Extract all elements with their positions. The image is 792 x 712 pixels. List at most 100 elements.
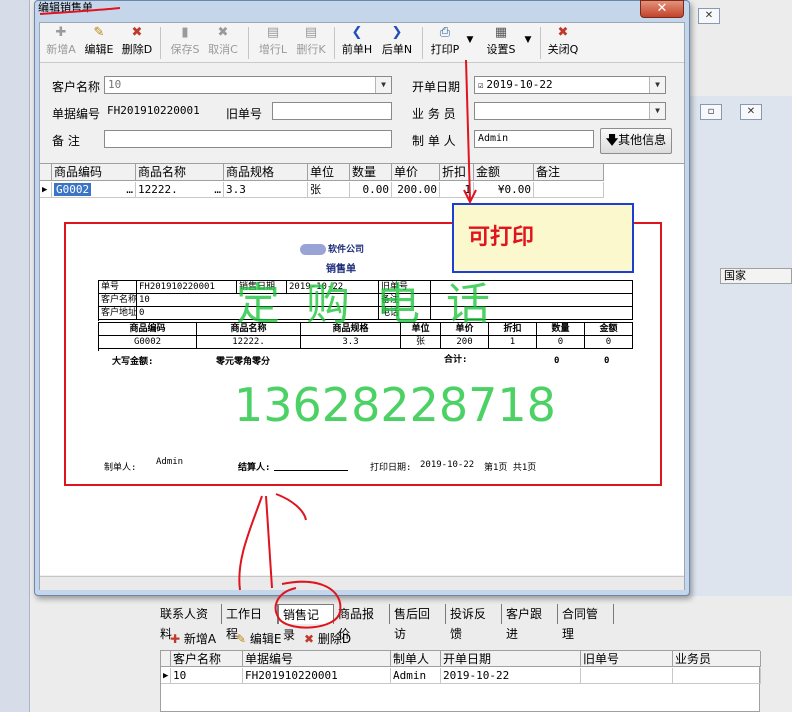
col-header[interactable]: 金额 — [474, 164, 534, 181]
records-delete-button[interactable]: ✖ 删除D — [304, 628, 351, 650]
bg-restore-icon[interactable]: ▫ — [700, 104, 722, 120]
records-new-button[interactable]: ✚ 新增A — [170, 628, 216, 650]
date-picker[interactable]: ☑ 2019-10-22 ▼ — [474, 76, 666, 94]
col-header[interactable]: 数量 — [350, 164, 392, 181]
table-cell[interactable]: 10 — [171, 668, 243, 684]
col-header[interactable]: 商品编码 — [52, 164, 136, 181]
other-info-button[interactable]: 🡇其他信息 — [600, 128, 672, 154]
horizontal-scrollbar[interactable] — [40, 576, 684, 590]
col-header[interactable]: 商品名称 — [136, 164, 224, 181]
col-header[interactable]: 备注 — [534, 164, 604, 181]
tab-contracts[interactable]: 合同管理 — [558, 604, 614, 641]
report-cell: 客户名称 — [99, 294, 137, 307]
save-button[interactable]: ▮ 保存S — [168, 25, 202, 61]
settings-button[interactable]: ▦ 设置S — [484, 25, 518, 61]
maker-input[interactable]: Admin — [474, 130, 594, 148]
records-edit-button[interactable]: ✎ 编辑E — [236, 628, 281, 650]
delete-row-button[interactable]: ▤ 删行K — [294, 25, 328, 61]
table-cell[interactable] — [673, 668, 761, 684]
edit-icon: ✎ — [93, 25, 105, 40]
tab-complaints[interactable]: 投诉反馈 — [446, 604, 502, 641]
table-cell[interactable] — [581, 668, 673, 684]
table-cell[interactable]: 12222.… — [136, 182, 224, 198]
table-cell[interactable]: 0.00 — [350, 182, 392, 198]
ellipsis-button[interactable]: … — [214, 182, 221, 197]
report-col-header: 折扣 — [489, 323, 537, 336]
prev-button[interactable]: ❮ 前单H — [340, 25, 374, 61]
col-header[interactable]: 单位 — [308, 164, 350, 181]
report-maker-value: Admin — [156, 457, 184, 467]
close-button[interactable]: ✖ 关闭Q — [546, 25, 580, 61]
col-header[interactable]: 单据编号 — [243, 651, 391, 667]
sales-records-table: 客户名称 单据编号 制单人 开单日期 旧单号 业务员 ▶ 10 FH201910… — [160, 650, 761, 712]
add-row-button[interactable]: ▤ 增行L — [256, 25, 290, 61]
report-print-date-label: 打印日期: — [370, 463, 412, 473]
arrow-down-icon: 🡇 — [605, 133, 619, 147]
next-button[interactable]: ❯ 后单N — [380, 25, 414, 61]
tab-followup[interactable]: 客户跟进 — [502, 604, 558, 641]
tab-after-sales[interactable]: 售后回访 — [390, 604, 446, 641]
blurred-logo — [300, 244, 326, 255]
new-button[interactable]: ✚ 新增A — [44, 25, 78, 61]
tab-schedule[interactable]: 工作日程 — [222, 604, 278, 641]
print-icon: ⎙ — [439, 25, 451, 40]
settler-underline — [274, 470, 348, 471]
tab-sales-records[interactable]: 销售记录 — [278, 604, 334, 642]
bg-close-icon[interactable]: ✕ — [698, 8, 720, 24]
print-button[interactable]: ⎙ 打印P — [428, 25, 462, 61]
current-row-icon: ▶ — [40, 182, 52, 198]
table-cell[interactable]: 2019-10-22 — [441, 668, 581, 684]
table-cell[interactable]: Admin — [391, 668, 441, 684]
col-header[interactable]: 旧单号 — [581, 651, 673, 667]
col-header[interactable]: 制单人 — [391, 651, 441, 667]
tab-contacts[interactable]: 联系人资料 — [156, 604, 222, 641]
table-cell[interactable]: FH201910220001 — [243, 668, 391, 684]
table-cell[interactable]: 3.3 — [224, 182, 308, 198]
date-label: 开单日期 — [412, 80, 461, 94]
table-cell[interactable]: 张 — [308, 182, 350, 198]
col-header[interactable]: 客户名称 — [171, 651, 243, 667]
note-input[interactable] — [104, 130, 392, 148]
delete-icon: ✖ — [304, 632, 315, 646]
report-cell: 200 — [441, 336, 489, 349]
col-header[interactable]: 开单日期 — [441, 651, 581, 667]
salesman-select[interactable]: ▼ — [474, 102, 666, 120]
col-header[interactable]: 折扣 — [440, 164, 474, 181]
col-header[interactable]: 单价 — [392, 164, 440, 181]
ellipsis-button[interactable]: … — [126, 182, 133, 197]
col-header[interactable]: 业务员 — [673, 651, 761, 667]
tab-quotes[interactable]: 商品报价 — [334, 604, 390, 641]
toolbar-separator — [248, 27, 249, 59]
table-cell[interactable]: 200.00 — [392, 182, 440, 198]
bg-close-icon-2[interactable]: ✕ — [740, 104, 762, 120]
table-cell[interactable]: 1 — [440, 182, 474, 198]
bg-column-country: 国家 — [720, 268, 792, 284]
settings-dropdown-icon[interactable]: ▼ — [522, 25, 534, 61]
window-close-button[interactable]: ✕ — [640, 0, 684, 18]
customer-select[interactable]: 10 ▼ — [104, 76, 392, 94]
edit-button[interactable]: ✎ 编辑E — [82, 25, 116, 61]
printable-callout: 可打印 — [452, 203, 634, 273]
customer-label: 客户名称 — [52, 80, 101, 94]
old-no-input[interactable] — [272, 102, 392, 120]
background-left-panel — [0, 0, 30, 712]
table-cell[interactable]: ¥0.00 — [474, 182, 534, 198]
report-cell: 0 — [537, 336, 585, 349]
report-cell: 张 — [401, 336, 441, 349]
report-cell: 客户地址 — [99, 307, 137, 320]
delete-button[interactable]: ✖ 删除D — [120, 25, 154, 61]
print-dropdown-icon[interactable]: ▼ — [464, 25, 476, 61]
report-cell: 12222. — [197, 336, 301, 349]
old-no-label: 旧单号 — [226, 107, 263, 121]
note-label: 备 注 — [52, 134, 80, 148]
col-header[interactable]: 商品规格 — [224, 164, 308, 181]
total-words-value: 零元零角零分 — [216, 357, 271, 367]
add-icon: ✚ — [55, 25, 67, 40]
toolbar-separator — [334, 27, 335, 59]
total-amount: 0 — [604, 356, 610, 366]
checkbox-icon[interactable]: ☑ — [478, 81, 483, 91]
table-cell[interactable] — [534, 182, 604, 198]
add-icon: ✚ — [170, 632, 181, 646]
table-cell[interactable]: G0002… — [52, 182, 136, 198]
cancel-button[interactable]: ✖ 取消C — [206, 25, 240, 61]
